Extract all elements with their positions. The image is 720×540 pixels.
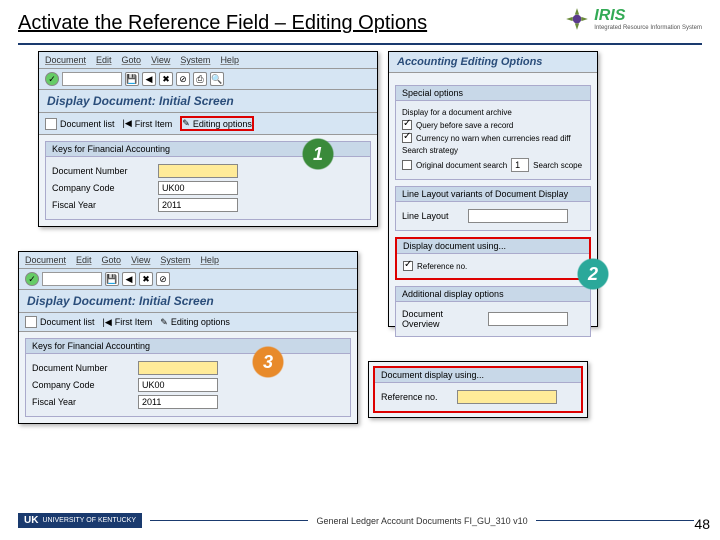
- fy-input[interactable]: 2011: [138, 395, 218, 409]
- page-number: 48: [694, 516, 710, 532]
- line-layout-group: Line Layout variants of Document Display…: [395, 186, 591, 231]
- cocode-input[interactable]: UK00: [158, 181, 238, 195]
- fin-keys-group-2: Keys for Financial Accounting Document N…: [25, 338, 351, 417]
- reference-group: Document display using... Reference no.: [373, 366, 583, 413]
- menu-goto[interactable]: Goto: [122, 55, 142, 65]
- doc-overview-input[interactable]: [488, 312, 568, 326]
- special-options-group: Special options Display for a document a…: [395, 85, 591, 180]
- line-layout-field-label: Line Layout: [402, 211, 462, 221]
- find-icon[interactable]: 🔍: [210, 72, 224, 86]
- enter-icon[interactable]: ✓: [25, 272, 39, 286]
- additional-display-group: Additional display options Document Over…: [395, 286, 591, 337]
- print-icon[interactable]: ⎙: [193, 72, 207, 86]
- menubar[interactable]: Document Edit Goto View System Help: [39, 52, 377, 69]
- tab-first-item[interactable]: |◀First Item: [123, 118, 173, 129]
- menu-edit[interactable]: Edit: [76, 255, 92, 265]
- line-layout-label: Line Layout variants of Document Display: [396, 187, 590, 202]
- menubar-2[interactable]: Document Edit Goto View System Help: [19, 252, 357, 269]
- fy-label: Fiscal Year: [52, 200, 152, 210]
- menu-edit[interactable]: Edit: [96, 55, 112, 65]
- footer: UKUNIVERSITY OF KENTUCKY General Ledger …: [18, 513, 702, 528]
- chk-reference-no[interactable]: [403, 261, 413, 271]
- command-field[interactable]: [62, 72, 122, 86]
- grid-icon: [45, 118, 57, 130]
- fy-input[interactable]: 2011: [158, 198, 238, 212]
- menu-goto[interactable]: Goto: [102, 255, 122, 265]
- menu-help[interactable]: Help: [200, 255, 219, 265]
- toolbar[interactable]: ✓ 💾 ◀ ✖ ⊘ ⎙ 🔍: [39, 69, 377, 90]
- row-archive: Display for a document archive: [402, 108, 584, 117]
- display-using-group: Display document using... Reference no.: [395, 237, 591, 280]
- cancel-icon[interactable]: ⊘: [176, 72, 190, 86]
- iris-sub: Integrated Resource Information System: [594, 25, 702, 31]
- footer-doc-id: General Ledger Account Documents FI_GU_3…: [316, 516, 527, 526]
- sap-window-2: Document Edit Goto View System Help ✓ 💾 …: [18, 251, 358, 424]
- additional-display-label: Additional display options: [396, 287, 590, 302]
- grid-icon: [25, 316, 37, 328]
- chk-orig-search[interactable]: [402, 160, 412, 170]
- badge-3: 3: [253, 347, 283, 377]
- iris-brand: IRIS: [594, 7, 702, 25]
- sap-window-reference: Document display using... Reference no.: [368, 361, 588, 418]
- exit-icon[interactable]: ✖: [159, 72, 173, 86]
- reference-group-label: Document display using...: [375, 368, 581, 383]
- line-layout-input[interactable]: [468, 209, 568, 223]
- badge-2: 2: [578, 259, 608, 289]
- docnum-label: Document Number: [32, 363, 132, 373]
- back-icon[interactable]: ◀: [122, 272, 136, 286]
- tab-document-list[interactable]: Document list: [25, 316, 95, 328]
- toolbar-2[interactable]: ✓ 💾 ◀ ✖ ⊘: [19, 269, 357, 290]
- group-label-2: Keys for Financial Accounting: [26, 339, 350, 354]
- save-icon[interactable]: 💾: [125, 72, 139, 86]
- menu-view[interactable]: View: [151, 55, 170, 65]
- uk-logo: UKUNIVERSITY OF KENTUCKY: [18, 513, 142, 528]
- editing-options-title: Accounting Editing Options: [389, 52, 597, 73]
- content-area: Document Edit Goto View System Help ✓ 💾 …: [18, 51, 702, 471]
- fy-label: Fiscal Year: [32, 397, 132, 407]
- top-rule: [18, 43, 702, 45]
- reference-no-input[interactable]: [457, 390, 557, 404]
- menu-document[interactable]: Document: [25, 255, 66, 265]
- tab-editing-options[interactable]: ✎Editing options: [180, 116, 254, 131]
- display-using-label: Display document using...: [397, 239, 589, 254]
- iris-logo: IRIS Integrated Resource Information Sys…: [564, 6, 702, 32]
- sap-window-editing-options: Accounting Editing Options Special optio…: [388, 51, 598, 327]
- menu-document[interactable]: Document: [45, 55, 86, 65]
- docnum-input[interactable]: [158, 164, 238, 178]
- screen-title-2: Display Document: Initial Screen: [19, 290, 357, 313]
- command-field[interactable]: [42, 272, 102, 286]
- exit-icon[interactable]: ✖: [139, 272, 153, 286]
- cancel-icon[interactable]: ⊘: [156, 272, 170, 286]
- tabbar-2[interactable]: Document list |◀First Item ✎Editing opti…: [19, 313, 357, 332]
- special-options-label: Special options: [396, 86, 590, 101]
- menu-system[interactable]: System: [160, 255, 190, 265]
- tabbar[interactable]: Document list |◀First Item ✎Editing opti…: [39, 113, 377, 135]
- chk-currency-warn[interactable]: [402, 133, 412, 143]
- cocode-label: Company Code: [52, 183, 152, 193]
- badge-1: 1: [303, 139, 333, 169]
- docnum-label: Document Number: [52, 166, 152, 176]
- reference-no-label: Reference no.: [381, 392, 451, 402]
- cocode-label: Company Code: [32, 380, 132, 390]
- search-strategy-label: Search strategy: [402, 146, 584, 155]
- save-icon[interactable]: 💾: [105, 272, 119, 286]
- tab-first-item[interactable]: |◀First Item: [103, 317, 153, 328]
- tab-editing-options[interactable]: ✎Editing options: [160, 317, 230, 328]
- back-icon[interactable]: ◀: [142, 72, 156, 86]
- doc-overview-label: Document Overview: [402, 309, 482, 329]
- enter-icon[interactable]: ✓: [45, 72, 59, 86]
- menu-view[interactable]: View: [131, 255, 150, 265]
- screen-title: Display Document: Initial Screen: [39, 90, 377, 113]
- search-value[interactable]: 1: [511, 158, 529, 172]
- menu-help[interactable]: Help: [220, 55, 239, 65]
- menu-system[interactable]: System: [180, 55, 210, 65]
- chk-query-save[interactable]: [402, 120, 412, 130]
- docnum-input[interactable]: [138, 361, 218, 375]
- cocode-input[interactable]: UK00: [138, 378, 218, 392]
- tab-document-list[interactable]: Document list: [45, 118, 115, 130]
